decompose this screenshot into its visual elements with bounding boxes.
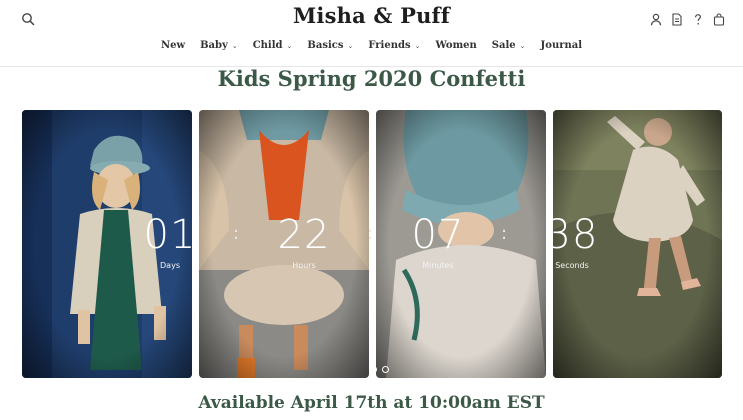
chevron-down-icon: ⌄ [231,41,238,50]
document-icon[interactable] [671,11,683,26]
nav-item-journal[interactable]: Journal [541,40,583,51]
header: Misha & Puff [0,0,743,38]
nav-item-new[interactable]: New [161,40,185,51]
nav-item-label: Sale [491,40,516,51]
account-icon[interactable] [650,11,662,26]
availability-text: Available April 17th at 10:00am EST [198,393,545,413]
nav-item-friends[interactable]: Friends ⌄ [368,40,420,51]
cart-icon[interactable] [713,11,725,26]
chevron-down-icon: ⌄ [519,41,526,50]
collection-title: Kids Spring 2020 Confetti [217,66,526,91]
chevron-down-icon: ⌄ [414,41,421,50]
nav-item-label: Baby [200,40,228,51]
help-icon[interactable] [692,11,704,25]
countdown-seconds-label: Seconds [555,261,589,270]
site-logo[interactable]: Misha & Puff [0,3,743,28]
hero-slideshow[interactable]: 01 Days : 22 Hours : 07 Minutes : 38 Sec… [22,110,722,378]
nav-item-label: New [160,40,186,51]
main-nav: New Baby ⌄ Child ⌄ Basics ⌄ Friends ⌄ Women … [0,40,743,51]
nav-item-label: Friends [368,40,411,51]
nav-item-label: Journal [540,40,583,51]
header-icons [650,11,725,26]
slide-dot-1[interactable] [370,366,377,373]
nav-item-women[interactable]: Women [435,40,476,51]
nav-item-child[interactable]: Child ⌄ [253,40,293,51]
countdown-seconds: 38 [545,212,599,258]
nav-item-baby[interactable]: Baby ⌄ [200,40,238,51]
nav-item-label: Women [435,40,477,51]
nav-item-label: Basics [307,40,344,51]
nav-item-sale[interactable]: Sale ⌄ [492,40,526,51]
nav-item-label: Child [252,40,283,51]
chevron-down-icon: ⌄ [347,41,354,50]
slide-dot-2[interactable] [382,366,389,373]
nav-item-basics[interactable]: Basics ⌄ [307,40,353,51]
chevron-down-icon: ⌄ [286,41,293,50]
slideshow-dots [370,366,389,373]
